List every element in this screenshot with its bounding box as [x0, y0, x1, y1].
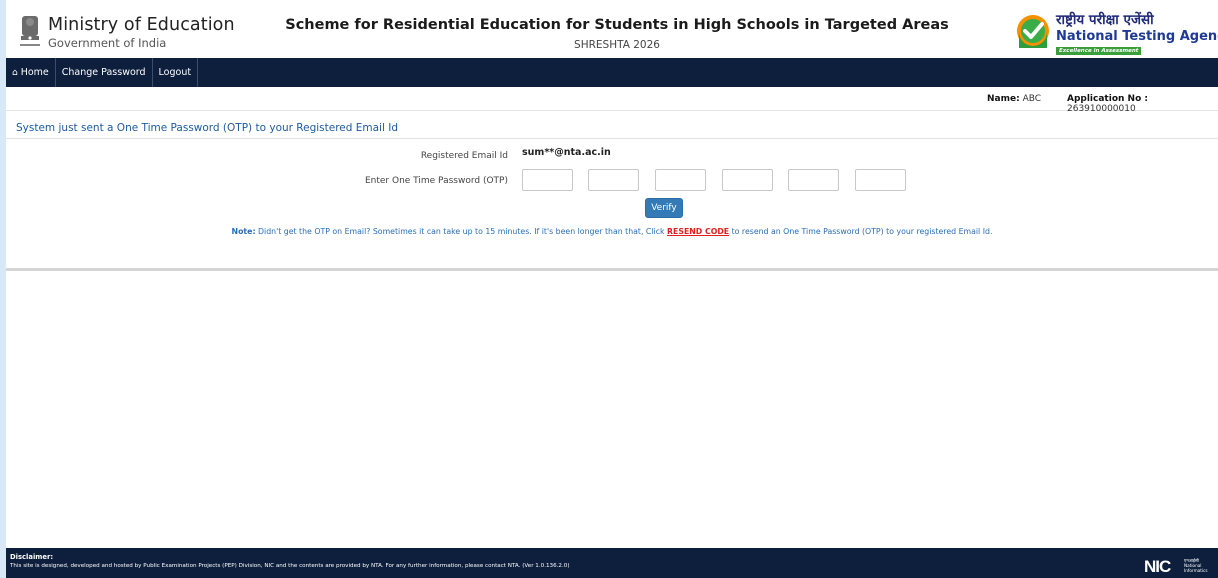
disclaimer-text: This site is designed, developed and hos…	[10, 563, 570, 569]
application-number: Application No : 263910000010	[1067, 94, 1218, 114]
section-divider	[6, 138, 1218, 139]
otp-note: Note: Didn't get the OTP on Email? Somet…	[6, 227, 1218, 236]
otp-digit-4[interactable]	[722, 169, 773, 191]
note-text-1: Didn't get the OTP on Email? Sometimes i…	[255, 227, 667, 236]
email-label: Registered Email Id	[420, 151, 508, 161]
nic-logo-icon: NIC एनआईसी National Informatics	[1144, 555, 1212, 577]
otp-section-title: System just sent a One Time Password (OT…	[16, 122, 398, 134]
candidate-name-label: Name:	[987, 94, 1020, 104]
content-bottom-border	[6, 268, 1218, 271]
nav-logout-label: Logout	[158, 67, 192, 78]
application-number-label: Application No :	[1067, 94, 1148, 104]
agency-hindi-name: राष्ट्रीय परीक्षा एजेंसी	[1056, 12, 1154, 28]
email-value: sum**@nta.ac.in	[522, 147, 611, 158]
verify-button[interactable]: Verify	[645, 198, 683, 218]
otp-digit-3[interactable]	[655, 169, 706, 191]
disclaimer-title: Disclaimer:	[10, 553, 54, 561]
agency-tagline: Excellence in Assessment	[1056, 47, 1142, 55]
nav-home-label: Home	[20, 67, 49, 78]
candidate-name-value: ABC	[1022, 94, 1042, 104]
page: Ministry of Education Government of Indi…	[6, 0, 1218, 578]
candidate-name: Name: ABC	[987, 94, 1041, 104]
otp-digit-1[interactable]	[522, 169, 573, 191]
home-icon: ⌂	[12, 67, 18, 78]
nav-home[interactable]: ⌂ Home	[6, 58, 56, 87]
candidate-info-bar: Name: ABC Application No : 263910000010	[6, 87, 1218, 114]
nic-line-2: Informatics	[1184, 568, 1208, 573]
nta-check-logo-icon	[1017, 15, 1049, 48]
nav-change-password[interactable]: Change Password	[56, 58, 153, 87]
note-text-2: to resend an One Time Password (OTP) to …	[729, 227, 993, 236]
agency-english-name: National Testing Agency	[1056, 29, 1218, 44]
site-footer: Disclaimer: This site is designed, devel…	[6, 548, 1218, 578]
nav-change-password-label: Change Password	[61, 67, 146, 78]
main-nav: ⌂ Home Change Password Logout	[6, 58, 1218, 87]
nic-caption: एनआईसी National Informatics	[1184, 558, 1208, 573]
site-header: Ministry of Education Government of Indi…	[6, 0, 1218, 58]
otp-digit-5[interactable]	[788, 169, 839, 191]
resend-code-link[interactable]: RESEND CODE	[667, 227, 729, 236]
otp-label: Enter One Time Password (OTP)	[364, 176, 508, 186]
otp-digit-2[interactable]	[588, 169, 639, 191]
nic-mark: NIC	[1144, 557, 1171, 576]
application-number-value: 263910000010	[1067, 104, 1136, 114]
nav-logout[interactable]: Logout	[153, 58, 199, 87]
note-label: Note:	[231, 227, 256, 236]
otp-digit-6[interactable]	[855, 169, 906, 191]
